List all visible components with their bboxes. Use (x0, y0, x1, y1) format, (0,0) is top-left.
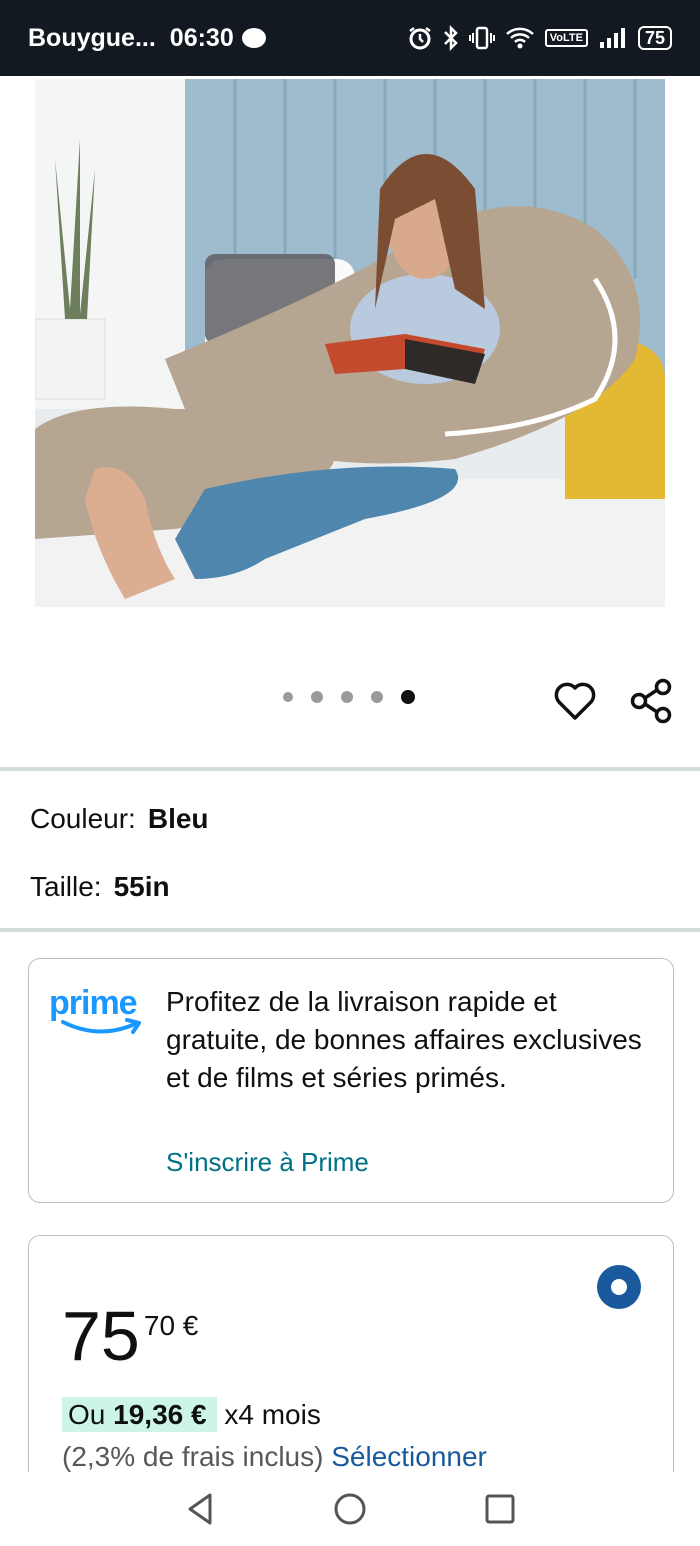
carousel-dot[interactable] (311, 691, 323, 703)
prime-logo: prime (49, 984, 149, 1044)
installment-amount: 19,36 € (113, 1399, 207, 1430)
status-bar: Bouygue... 06:30 VoLTE 75 (0, 0, 700, 76)
price: 75 70 € (62, 1296, 198, 1376)
carousel-dot-active[interactable] (401, 690, 415, 704)
signal-icon (599, 28, 625, 48)
carousel-dot[interactable] (341, 691, 353, 703)
wishlist-button[interactable] (553, 680, 597, 722)
wifi-icon (505, 27, 534, 49)
recents-icon[interactable] (480, 1489, 520, 1529)
carousel-dot[interactable] (371, 691, 383, 703)
status-left: Bouygue... 06:30 (28, 24, 266, 53)
message-bubble-icon (241, 28, 266, 48)
carrier-name: Bouygue... (28, 23, 156, 52)
bluetooth-icon (443, 25, 458, 51)
product-photo[interactable] (35, 79, 665, 607)
color-value: Bleu (147, 803, 209, 834)
status-time: 06:30 (169, 23, 234, 52)
section-divider (0, 767, 700, 771)
section-divider (0, 928, 700, 932)
alarm-icon (409, 27, 431, 50)
share-icon (630, 678, 672, 724)
vibrate-icon (468, 26, 495, 50)
volte-badge: VoLTE (544, 29, 588, 47)
price-whole: 75 (62, 1297, 140, 1375)
prime-description: Profitez de la livraison rapide et gratu… (166, 986, 642, 1093)
prime-smile-icon (61, 1018, 141, 1034)
system-nav-bar (0, 1472, 700, 1546)
size-value: 55in (113, 871, 170, 902)
installment-highlight: Ou 19,36 € (62, 1397, 217, 1432)
price-fraction: 70 € (143, 1310, 199, 1341)
color-variation: Couleur: Bleu (30, 803, 209, 835)
color-label: Couleur: (30, 803, 136, 834)
size-variation: Taille: 55in (30, 871, 170, 903)
select-installment-link[interactable]: Sélectionner (331, 1441, 487, 1472)
prime-promo-card: prime Profitez de la livraison rapide et… (28, 958, 674, 1203)
installment-prefix: Ou (68, 1399, 106, 1430)
battery-icon: 75 (637, 26, 672, 50)
installment-suffix: x4 mois (224, 1399, 321, 1430)
price-option-radio[interactable] (597, 1265, 641, 1309)
home-icon[interactable] (330, 1489, 370, 1529)
status-right: VoLTE 75 (407, 25, 672, 51)
image-carousel-indicator[interactable] (283, 690, 415, 704)
carousel-dot[interactable] (283, 692, 293, 702)
size-label: Taille: (30, 871, 102, 902)
product-photo-illustration (35, 79, 665, 607)
prime-signup-link[interactable]: S'inscrire à Prime (166, 1147, 369, 1178)
share-button[interactable] (630, 678, 674, 724)
heart-icon (554, 682, 596, 720)
back-icon[interactable] (180, 1489, 220, 1529)
fees-text: (2,3% de frais inclus) (62, 1441, 324, 1472)
installment-fees: (2,3% de frais inclus) Sélectionner (62, 1441, 487, 1473)
installment-offer: Ou 19,36 € x4 mois (62, 1397, 321, 1432)
